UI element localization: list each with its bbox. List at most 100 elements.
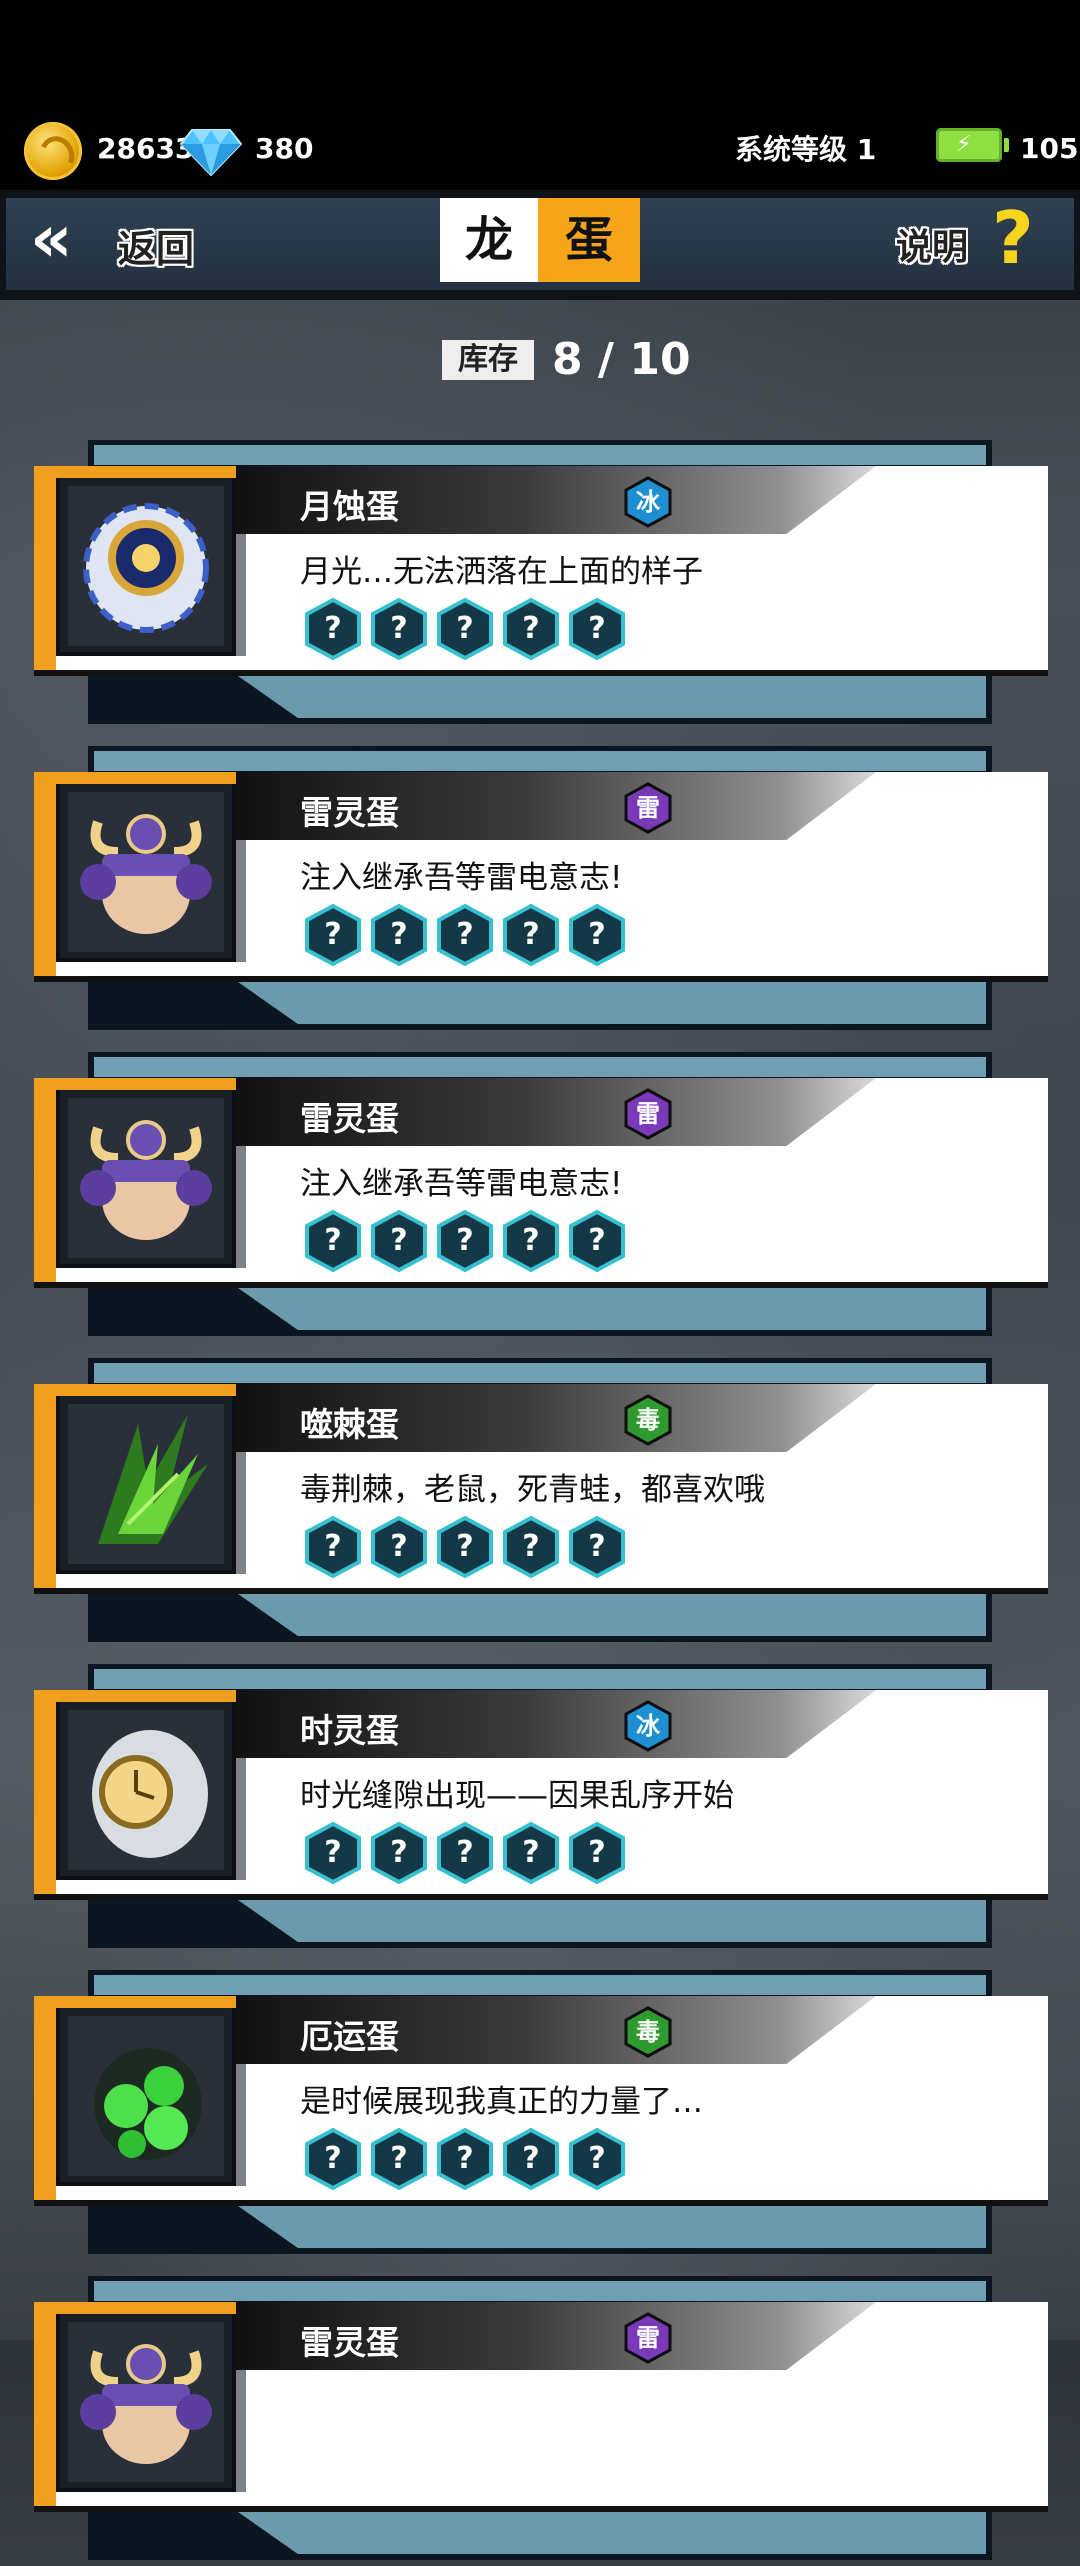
- egg-card[interactable]: 雷灵蛋 雷 注入继承吾等雷电意志! ? ? ? ? ?: [0, 1052, 1080, 1342]
- time-egg-icon: [68, 1710, 224, 1870]
- back-button[interactable]: « 返回: [30, 200, 210, 280]
- element-badge: 冰: [622, 476, 674, 528]
- locked-slot: ?: [568, 1515, 626, 1579]
- egg-name: 噬棘蛋: [300, 1405, 399, 1444]
- locked-slot: ?: [370, 1515, 428, 1579]
- locked-slot: ?: [502, 903, 560, 967]
- locked-slot: ?: [436, 1515, 494, 1579]
- egg-card[interactable]: 月蚀蛋 冰 月光…无法洒落在上面的样子 ? ? ? ? ?: [0, 440, 1080, 730]
- locked-slot: ?: [436, 1209, 494, 1273]
- question-mark-icon: ?: [588, 1529, 606, 1564]
- system-level: 系统等级 1: [735, 133, 877, 166]
- coin-icon: [24, 122, 82, 180]
- question-mark-icon: ?: [324, 917, 342, 952]
- locked-slot: ?: [304, 2127, 362, 2191]
- question-mark-icon: ?: [390, 611, 408, 646]
- egg-description: 是时候展现我真正的力量了…: [300, 2084, 703, 2120]
- locked-slot: ?: [568, 597, 626, 661]
- element-label: 毒: [636, 2018, 660, 2046]
- question-mark-icon: ?: [390, 1223, 408, 1258]
- locked-slot: ?: [304, 1515, 362, 1579]
- lunar-egg-icon: [68, 486, 224, 646]
- egg-icon-frame: [56, 1996, 246, 2186]
- element-label: 雷: [636, 2324, 660, 2352]
- question-mark-icon: ?: [456, 2141, 474, 2176]
- question-mark-icon: ?: [588, 1223, 606, 1258]
- egg-name: 厄运蛋: [300, 2017, 399, 2056]
- egg-name: 雷灵蛋: [300, 1099, 399, 1138]
- diamond-count: 380: [255, 132, 314, 165]
- locked-slot: ?: [436, 1821, 494, 1885]
- element-label: 雷: [636, 1100, 660, 1128]
- egg-card[interactable]: 雷灵蛋 雷: [0, 2276, 1080, 2566]
- element-badge: 毒: [622, 2006, 674, 2058]
- egg-card[interactable]: 时灵蛋 冰 时光缝隙出现——因果乱序开始 ? ? ? ? ?: [0, 1664, 1080, 1954]
- doom-egg-icon: [68, 2016, 224, 2176]
- card-accent-strip: [34, 772, 56, 976]
- egg-card[interactable]: 雷灵蛋 雷 注入继承吾等雷电意志! ? ? ? ? ?: [0, 746, 1080, 1036]
- question-mark-icon: ?: [588, 917, 606, 952]
- card-accent-strip: [34, 1384, 56, 1588]
- question-mark-icon: ?: [522, 1835, 540, 1870]
- element-badge: 雷: [622, 1088, 674, 1140]
- question-mark-icon: ?: [324, 611, 342, 646]
- card-accent-strip: [34, 1078, 56, 1282]
- question-mark-icon: ?: [456, 1529, 474, 1564]
- question-mark-icon: ?: [588, 2141, 606, 2176]
- element-label: 毒: [636, 1406, 660, 1434]
- question-mark-icon: ?: [588, 611, 606, 646]
- locked-slot: ?: [370, 597, 428, 661]
- locked-slot: ?: [568, 2127, 626, 2191]
- egg-name: 时灵蛋: [300, 1711, 399, 1750]
- locked-slot: ?: [370, 1821, 428, 1885]
- card-accent-strip: [34, 2302, 56, 2506]
- locked-slot: ?: [568, 1209, 626, 1273]
- egg-icon-frame: [56, 2302, 246, 2492]
- status-bar: 28633 380 系统等级 1 ⚡ 105: [0, 0, 1080, 190]
- egg-name: 雷灵蛋: [300, 2323, 399, 2362]
- locked-slot: ?: [370, 1209, 428, 1273]
- egg-card[interactable]: 厄运蛋 毒 是时候展现我真正的力量了… ? ? ? ? ?: [0, 1970, 1080, 2260]
- locked-slot: ?: [304, 597, 362, 661]
- locked-slot: ?: [502, 597, 560, 661]
- egg-icon-frame: [56, 1384, 246, 1574]
- question-mark-icon: ?: [324, 1223, 342, 1258]
- thunder-egg-icon: [68, 2322, 224, 2482]
- question-mark-icon: ?: [522, 611, 540, 646]
- card-accent-strip: [34, 1690, 56, 1894]
- egg-description: 时光缝隙出现——因果乱序开始: [300, 1778, 734, 1814]
- question-mark-icon: ?: [324, 1835, 342, 1870]
- locked-slot: ?: [502, 1821, 560, 1885]
- element-badge: 雷: [622, 2312, 674, 2364]
- question-mark-icon: ?: [390, 2141, 408, 2176]
- egg-description: 注入继承吾等雷电意志!: [300, 1166, 623, 1202]
- back-label: 返回: [118, 227, 195, 271]
- question-mark-icon: ?: [588, 1835, 606, 1870]
- question-mark-icon: ?: [390, 1835, 408, 1870]
- question-mark-icon: ?: [390, 917, 408, 952]
- thorn-egg-icon: [68, 1404, 224, 1564]
- element-badge: 冰: [622, 1700, 674, 1752]
- question-mark-icon: ?: [992, 196, 1034, 280]
- locked-slot: ?: [304, 1821, 362, 1885]
- title-right: 蛋: [538, 198, 640, 282]
- egg-description: 月光…无法洒落在上面的样子: [300, 554, 703, 590]
- question-mark-icon: ?: [456, 917, 474, 952]
- egg-name: 月蚀蛋: [300, 487, 399, 526]
- locked-slot: ?: [502, 2127, 560, 2191]
- element-label: 雷: [636, 794, 660, 822]
- element-badge: 毒: [622, 1394, 674, 1446]
- egg-icon-frame: [56, 772, 246, 962]
- egg-card[interactable]: 噬棘蛋 毒 毒荆棘，老鼠，死青蛙，都喜欢哦 ? ? ? ? ?: [0, 1358, 1080, 1648]
- locked-slot: ?: [436, 903, 494, 967]
- bolt-icon: ⚡: [956, 132, 972, 157]
- help-button[interactable]: 说明 ?: [896, 202, 1046, 276]
- page-title: 龙 蛋: [440, 198, 640, 282]
- title-left: 龙: [440, 198, 538, 282]
- help-label: 说明: [896, 227, 969, 268]
- element-label: 冰: [636, 488, 660, 516]
- question-mark-icon: ?: [456, 1835, 474, 1870]
- thunder-egg-icon: [68, 792, 224, 952]
- double-chevron-left-icon: «: [30, 200, 72, 277]
- locked-slot: ?: [304, 903, 362, 967]
